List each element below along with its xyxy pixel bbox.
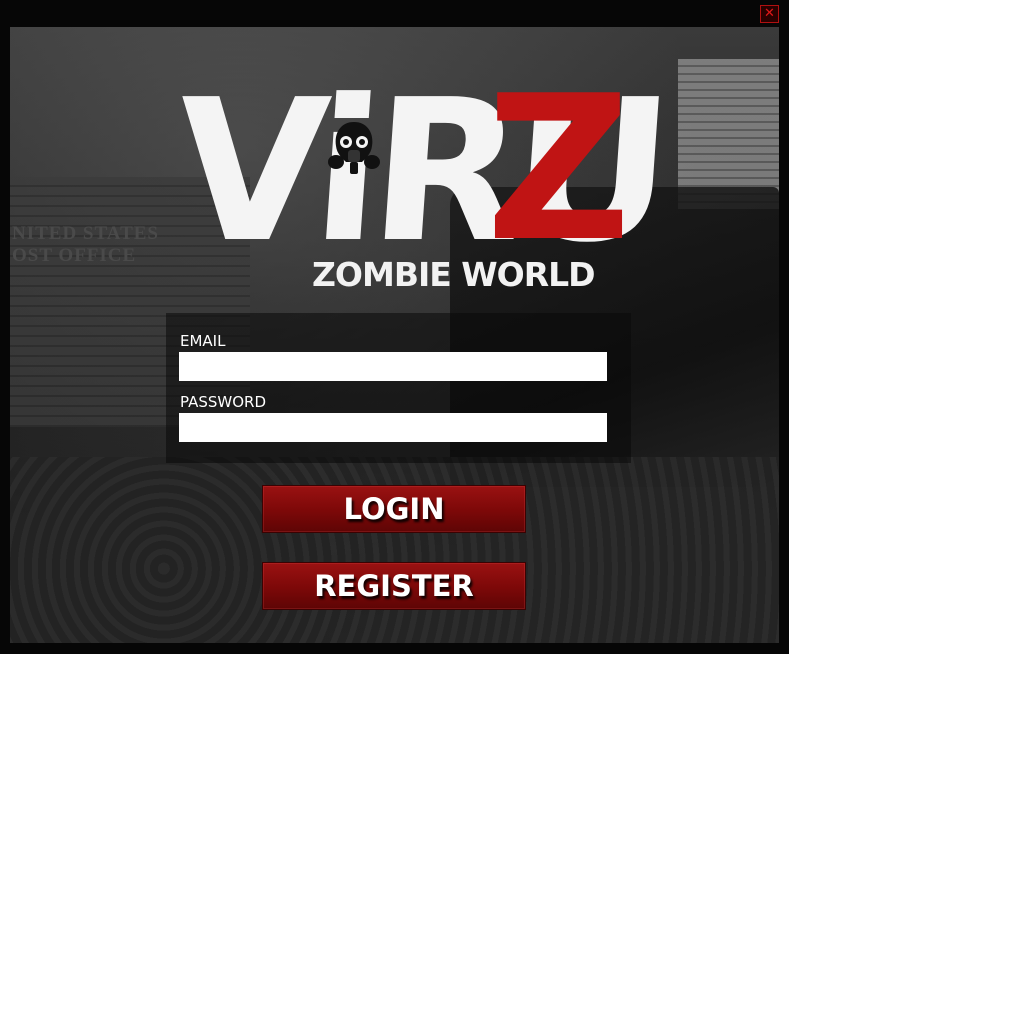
game-logo: ViRU Z ZOMBIE WORLD	[168, 53, 669, 300]
background-sign: NITED STATES OST OFFICE	[12, 223, 159, 266]
launcher-window: ✕ NITED STATES OST OFFICE ViRU Z ZOMBIE …	[0, 0, 789, 654]
register-button[interactable]: REGISTER	[262, 562, 526, 610]
close-icon[interactable]: ✕	[760, 5, 779, 23]
gas-mask-icon	[324, 118, 384, 178]
logo-accent-letter: Z	[486, 53, 632, 286]
login-button[interactable]: LOGIN	[262, 485, 526, 533]
password-label: PASSWORD	[180, 393, 267, 411]
email-field[interactable]	[179, 352, 607, 381]
email-label: EMAIL	[180, 332, 226, 350]
password-field[interactable]	[179, 413, 607, 442]
logo-subtitle: ZOMBIE WORLD	[312, 255, 596, 294]
